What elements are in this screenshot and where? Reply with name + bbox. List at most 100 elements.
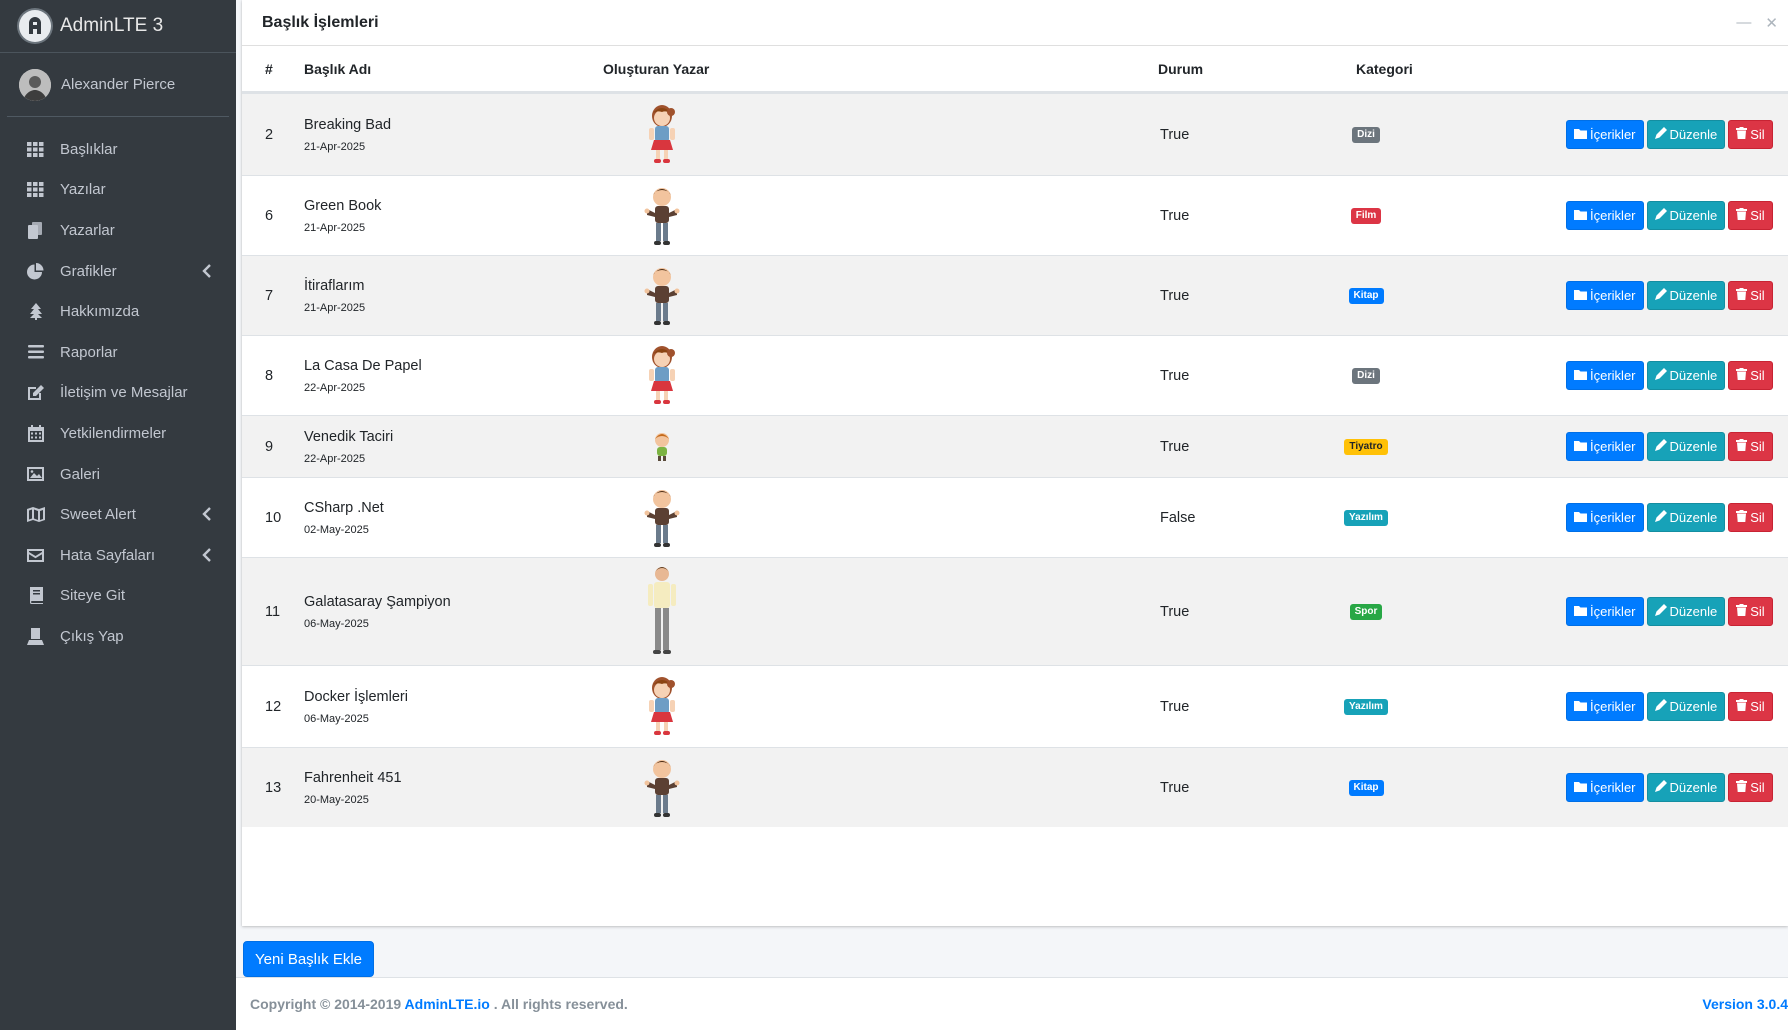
author-avatar — [642, 104, 682, 166]
folder-icon — [1574, 208, 1587, 223]
row-status: True — [1160, 367, 1190, 384]
edit-button[interactable]: Düzenle — [1646, 773, 1726, 802]
category-badge: Dizi — [1352, 126, 1380, 143]
row-title-cell: Green Book 21-Apr-2025 — [304, 198, 381, 234]
contents-button[interactable]: İçerikler — [1566, 281, 1644, 310]
row-actions: İçerikler Düzenle Sil — [1566, 361, 1773, 390]
folder-icon — [1574, 439, 1587, 454]
copyright-prefix: Copyright © 2014-2019 — [250, 996, 405, 1012]
sidebar-item-yazarlar[interactable]: Yazarlar — [8, 210, 228, 251]
sidebar-item-i-letişim-ve-mesajlar[interactable]: İletişim ve Mesajlar — [8, 373, 228, 414]
chevron-left-icon — [202, 548, 214, 562]
delete-button[interactable]: Sil — [1728, 503, 1773, 532]
pencil-icon — [1654, 368, 1667, 383]
pencil-icon — [1654, 604, 1667, 619]
delete-button[interactable]: Sil — [1728, 597, 1773, 626]
author-avatar — [642, 487, 682, 549]
edit-button[interactable]: Düzenle — [1646, 503, 1726, 532]
sidebar-item-raporlar[interactable]: Raporlar — [8, 332, 228, 373]
sidebar-item-grafikler[interactable]: Grafikler — [8, 251, 228, 292]
table-row: 8 La Casa De Papel 22-Apr-2025 True Dizi İçer… — [242, 335, 1788, 415]
edit-button[interactable]: Düzenle — [1646, 281, 1726, 310]
delete-button[interactable]: Sil — [1728, 773, 1773, 802]
edit-button[interactable]: Düzenle — [1646, 120, 1726, 149]
contents-button[interactable]: İçerikler — [1566, 692, 1644, 721]
folder-icon — [1574, 604, 1587, 619]
row-title: CSharp .Net — [304, 499, 384, 516]
row-date: 20-May-2025 — [304, 793, 369, 806]
row-title: Docker İşlemleri — [304, 688, 408, 705]
contents-button[interactable]: İçerikler — [1566, 597, 1644, 626]
sidebar-item-label: İletişim ve Mesajlar — [60, 384, 188, 402]
sidebar-item-hata-sayfaları[interactable]: Hata Sayfaları — [8, 535, 228, 576]
sidebar-item-siteye-git[interactable]: Siteye Git — [8, 576, 228, 617]
sidebar-item-hakkımızda[interactable]: Hakkımızda — [8, 291, 228, 332]
edit-button[interactable]: Düzenle — [1646, 432, 1726, 461]
row-status: True — [1160, 698, 1190, 715]
brand-link[interactable]: AdminLTE 3 — [0, 0, 236, 53]
copyright-link[interactable]: AdminLTE.io — [405, 996, 490, 1012]
sidebar-item-label: Grafikler — [60, 262, 117, 280]
copyright-suffix: . All rights reserved. — [489, 996, 628, 1012]
edit-label: Düzenle — [1669, 368, 1718, 383]
version: Version 3.0.4 — [1702, 996, 1788, 1012]
row-date: 02-May-2025 — [304, 523, 369, 536]
delete-label: Sil — [1750, 780, 1765, 795]
header-status: Durum — [1158, 60, 1204, 77]
sidebar-item-yazılar[interactable]: Yazılar — [8, 170, 228, 211]
sidebar-item-başlıklar[interactable]: Başlıklar — [8, 129, 228, 170]
edit-button[interactable]: Düzenle — [1646, 201, 1726, 230]
sidebar-nav: Başlıklar Yazılar Yazarlar Grafikler Hakkımı… — [0, 129, 236, 657]
sidebar-item-yetkilendirmeler[interactable]: Yetkilendirmeler — [8, 413, 228, 454]
table-row: 12 Docker İşlemleri 06-May-2025 True Yazılım… — [242, 665, 1788, 747]
collapse-icon[interactable]: — — [1736, 14, 1751, 32]
category-cell: Kitap — [1332, 779, 1400, 796]
row-id: 8 — [265, 367, 274, 384]
content-wrapper: Başlık İşlemleri — ✕ # Başlık Adı Oluştu… — [236, 0, 1788, 1030]
row-id: 10 — [265, 509, 282, 526]
close-icon[interactable]: ✕ — [1765, 14, 1778, 32]
delete-button[interactable]: Sil — [1728, 361, 1773, 390]
sidebar-item-çıkış-yap[interactable]: Çıkış Yap — [8, 616, 228, 657]
row-date: 21-Apr-2025 — [304, 221, 366, 234]
row-actions: İçerikler Düzenle Sil — [1566, 281, 1773, 310]
contents-label: İçerikler — [1590, 699, 1636, 714]
titles-table: # Başlık Adı Oluşturan Yazar Durum Kateg… — [242, 46, 1788, 827]
author-avatar — [642, 345, 682, 407]
edit-button[interactable]: Düzenle — [1646, 361, 1726, 390]
row-title-cell: Docker İşlemleri 06-May-2025 — [304, 689, 408, 725]
contents-button[interactable]: İçerikler — [1566, 432, 1644, 461]
sidebar-item-galeri[interactable]: Galeri — [8, 454, 228, 495]
delete-button[interactable]: Sil — [1728, 692, 1773, 721]
row-actions: İçerikler Düzenle Sil — [1566, 597, 1773, 626]
sidebar-item-sweet-alert[interactable]: Sweet Alert — [8, 494, 228, 535]
contents-button[interactable]: İçerikler — [1566, 361, 1644, 390]
delete-button[interactable]: Sil — [1728, 201, 1773, 230]
delete-button[interactable]: Sil — [1728, 281, 1773, 310]
contents-label: İçerikler — [1590, 439, 1636, 454]
sidebar-item-label: Yetkilendirmeler — [60, 424, 167, 442]
contents-label: İçerikler — [1590, 288, 1636, 303]
author-avatar — [642, 431, 682, 463]
contents-button[interactable]: İçerikler — [1566, 120, 1644, 149]
category-badge: Spor — [1349, 603, 1383, 620]
delete-button[interactable]: Sil — [1728, 120, 1773, 149]
folder-icon — [1574, 510, 1587, 525]
trash-icon — [1736, 510, 1748, 525]
add-title-button[interactable]: Yeni Başlık Ekle — [243, 941, 375, 977]
row-date: 06-May-2025 — [304, 617, 369, 630]
edit-button[interactable]: Düzenle — [1646, 692, 1726, 721]
user-panel[interactable]: Alexander Pierce — [7, 53, 229, 117]
chevron-left-icon — [202, 263, 214, 278]
delete-button[interactable]: Sil — [1728, 432, 1773, 461]
contents-button[interactable]: İçerikler — [1566, 201, 1644, 230]
delete-label: Sil — [1750, 208, 1765, 223]
row-actions: İçerikler Düzenle Sil — [1566, 773, 1773, 802]
brand-title: AdminLTE 3 — [60, 15, 164, 36]
contents-button[interactable]: İçerikler — [1566, 503, 1644, 532]
contents-button[interactable]: İçerikler — [1566, 773, 1644, 802]
delete-label: Sil — [1750, 127, 1765, 142]
edit-button[interactable]: Düzenle — [1646, 597, 1726, 626]
contents-label: İçerikler — [1590, 127, 1636, 142]
author-avatar — [642, 265, 682, 327]
